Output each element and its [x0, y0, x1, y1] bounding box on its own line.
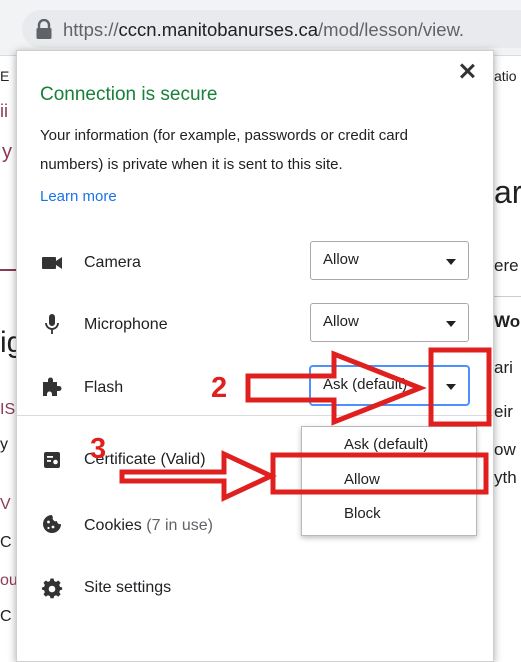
arrow-3 — [119, 450, 277, 502]
arrow-2 — [245, 350, 427, 426]
highlight-box-allow — [270, 452, 489, 495]
screenshot-root: https://cccn.manitobanurses.ca/mod/lesso… — [0, 0, 521, 662]
annotation-label-3: 3 — [90, 433, 107, 465]
annotation-label-2: 2 — [211, 372, 228, 404]
tutorial-annotations — [119, 347, 492, 502]
highlight-box-caret — [428, 347, 492, 427]
